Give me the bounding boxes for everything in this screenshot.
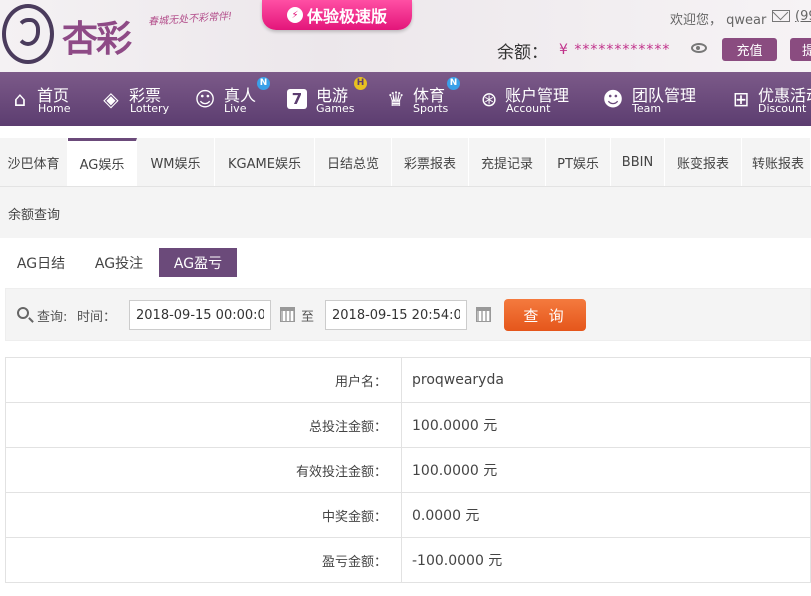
logo-text[interactable]: 杏彩 (62, 10, 132, 62)
balance-label: 余额： (497, 43, 548, 63)
row-value: -100.0000 元 (401, 537, 811, 583)
recharge-button[interactable]: 充值 (722, 38, 777, 61)
table-row: 有效投注金额： 100.0000 元 (5, 447, 811, 493)
tab-lottery-report[interactable]: 彩票报表 (392, 138, 469, 186)
row-value: 100.0000 元 (401, 402, 811, 448)
logo-icon[interactable] (2, 4, 54, 64)
to-label: 至 (301, 310, 315, 325)
table-row: 用户名： proqwearyda (5, 357, 811, 403)
trophy-icon: ♛ (387, 87, 405, 111)
gift-icon: ⊞ (732, 87, 750, 111)
row-value: 100.0000 元 (401, 447, 811, 493)
nav-lottery[interactable]: ◈ 彩票 Lottery (92, 72, 184, 126)
profit-loss-table: 用户名： proqwearyda 总投注金额： 100.0000 元 有效投注金… (5, 357, 811, 583)
tab-ag-entertainment[interactable]: AG娱乐 (68, 138, 137, 186)
tab-daily-overview[interactable]: 日结总览 (315, 138, 392, 186)
eye-icon[interactable] (691, 43, 707, 53)
start-time-input[interactable] (129, 300, 271, 330)
new-badge: N (447, 77, 460, 90)
speed-icon: ⚡ (286, 7, 303, 23)
new-badge: N (257, 77, 270, 90)
site-header: 杏彩 春城无处不彩常伴! ⚡ 体验极速版 欢迎您， qwear (99 余额： … (0, 0, 811, 72)
nav-discount[interactable]: ⊞ 优惠活动 Discount (716, 72, 811, 126)
tab-ag-profit-loss[interactable]: AG盈亏 (159, 248, 237, 277)
nav-sports-en: Sports (413, 102, 449, 115)
report-tabs: 沙巴体育 AG娱乐 WM娱乐 KGAME娱乐 日结总览 彩票报表 充提记录 PT… (0, 138, 811, 238)
mail-icon[interactable] (772, 10, 790, 22)
tab-balance-change-report[interactable]: 账变报表 (665, 138, 742, 186)
search-icon (17, 307, 29, 319)
end-time-input[interactable] (325, 300, 467, 330)
table-row: 总投注金额： 100.0000 元 (5, 402, 811, 448)
nav-lottery-en: Lottery (130, 102, 170, 115)
account-icon: ⊛ (480, 87, 498, 111)
tab-pt-entertainment[interactable]: PT娱乐 (546, 138, 611, 186)
time-label: 时间： (77, 310, 117, 325)
nav-team[interactable]: ☻ 团队管理 Team (592, 72, 716, 126)
home-icon: ⌂ (13, 87, 27, 111)
tab-saba-sports[interactable]: 沙巴体育 (0, 138, 68, 186)
table-row: 中奖金额： 0.0000 元 (5, 492, 811, 538)
nav-live[interactable]: ☺ 真人 Live N (184, 72, 276, 126)
nav-discount-en: Discount (758, 102, 807, 115)
calendar-icon[interactable] (280, 307, 295, 322)
welcome-text: 欢迎您， qwear (670, 13, 767, 28)
row-label: 盈亏金额： (5, 537, 402, 583)
logo-slogan: 春城无处不彩常伴! (147, 11, 233, 28)
nav-team-en: Team (632, 102, 662, 115)
table-row: 盈亏金额： -100.0000 元 (5, 537, 811, 583)
nav-games-en: Games (316, 102, 355, 115)
nav-live-en: Live (224, 102, 247, 115)
speed-version-button[interactable]: ⚡ 体验极速版 (262, 0, 412, 30)
row-label: 总投注金额： (5, 402, 402, 448)
row-value: proqwearyda (401, 357, 811, 403)
nav-home[interactable]: ⌂ 首页 Home (0, 72, 92, 126)
lottery-icon: ◈ (103, 87, 119, 111)
withdraw-button[interactable]: 提 (790, 38, 811, 61)
mail-count[interactable]: (99 (795, 9, 811, 24)
query-label: 查询: (37, 310, 68, 325)
tab-transfer-report[interactable]: 转账报表 (742, 138, 811, 186)
nav-account-en: Account (506, 102, 551, 115)
nav-account[interactable]: ⊛ 账户管理 Account (472, 72, 592, 126)
nav-games[interactable]: 7 电游 Games H (276, 72, 376, 126)
tab-wm-entertainment[interactable]: WM娱乐 (137, 138, 215, 186)
team-icon: ☻ (602, 87, 624, 111)
nav-home-en: Home (38, 102, 71, 115)
tab-ag-daily[interactable]: AG日结 (5, 248, 77, 277)
row-label: 中奖金额： (5, 492, 402, 538)
row-value: 0.0000 元 (401, 492, 811, 538)
speed-version-label: 体验极速版 (306, 7, 387, 26)
tab-bbin[interactable]: BBIN (611, 138, 665, 186)
query-button[interactable]: 查 询 (504, 299, 586, 331)
tab-divider (0, 186, 811, 187)
balance-value: ¥ ************ (559, 42, 671, 58)
row-label: 有效投注金额： (5, 447, 402, 493)
live-dealer-icon: ☺ (194, 87, 216, 111)
tab-kgame-entertainment[interactable]: KGAME娱乐 (215, 138, 315, 186)
search-bar: 查询: 时间： 至 查 询 (5, 288, 811, 341)
main-nav: ⌂ 首页 Home ◈ 彩票 Lottery ☺ 真人 Live N 7 电游 … (0, 72, 811, 126)
slot-7-icon: 7 (287, 89, 307, 109)
nav-sports[interactable]: ♛ 体育 Sports N (376, 72, 472, 126)
calendar-icon[interactable] (476, 307, 491, 322)
tab-ag-bets[interactable]: AG投注 (82, 248, 156, 277)
tab-deposit-withdraw-records[interactable]: 充提记录 (469, 138, 546, 186)
hot-badge: H (354, 77, 367, 90)
tab-balance-query[interactable]: 余额查询 (0, 188, 68, 238)
row-label: 用户名： (5, 357, 402, 403)
